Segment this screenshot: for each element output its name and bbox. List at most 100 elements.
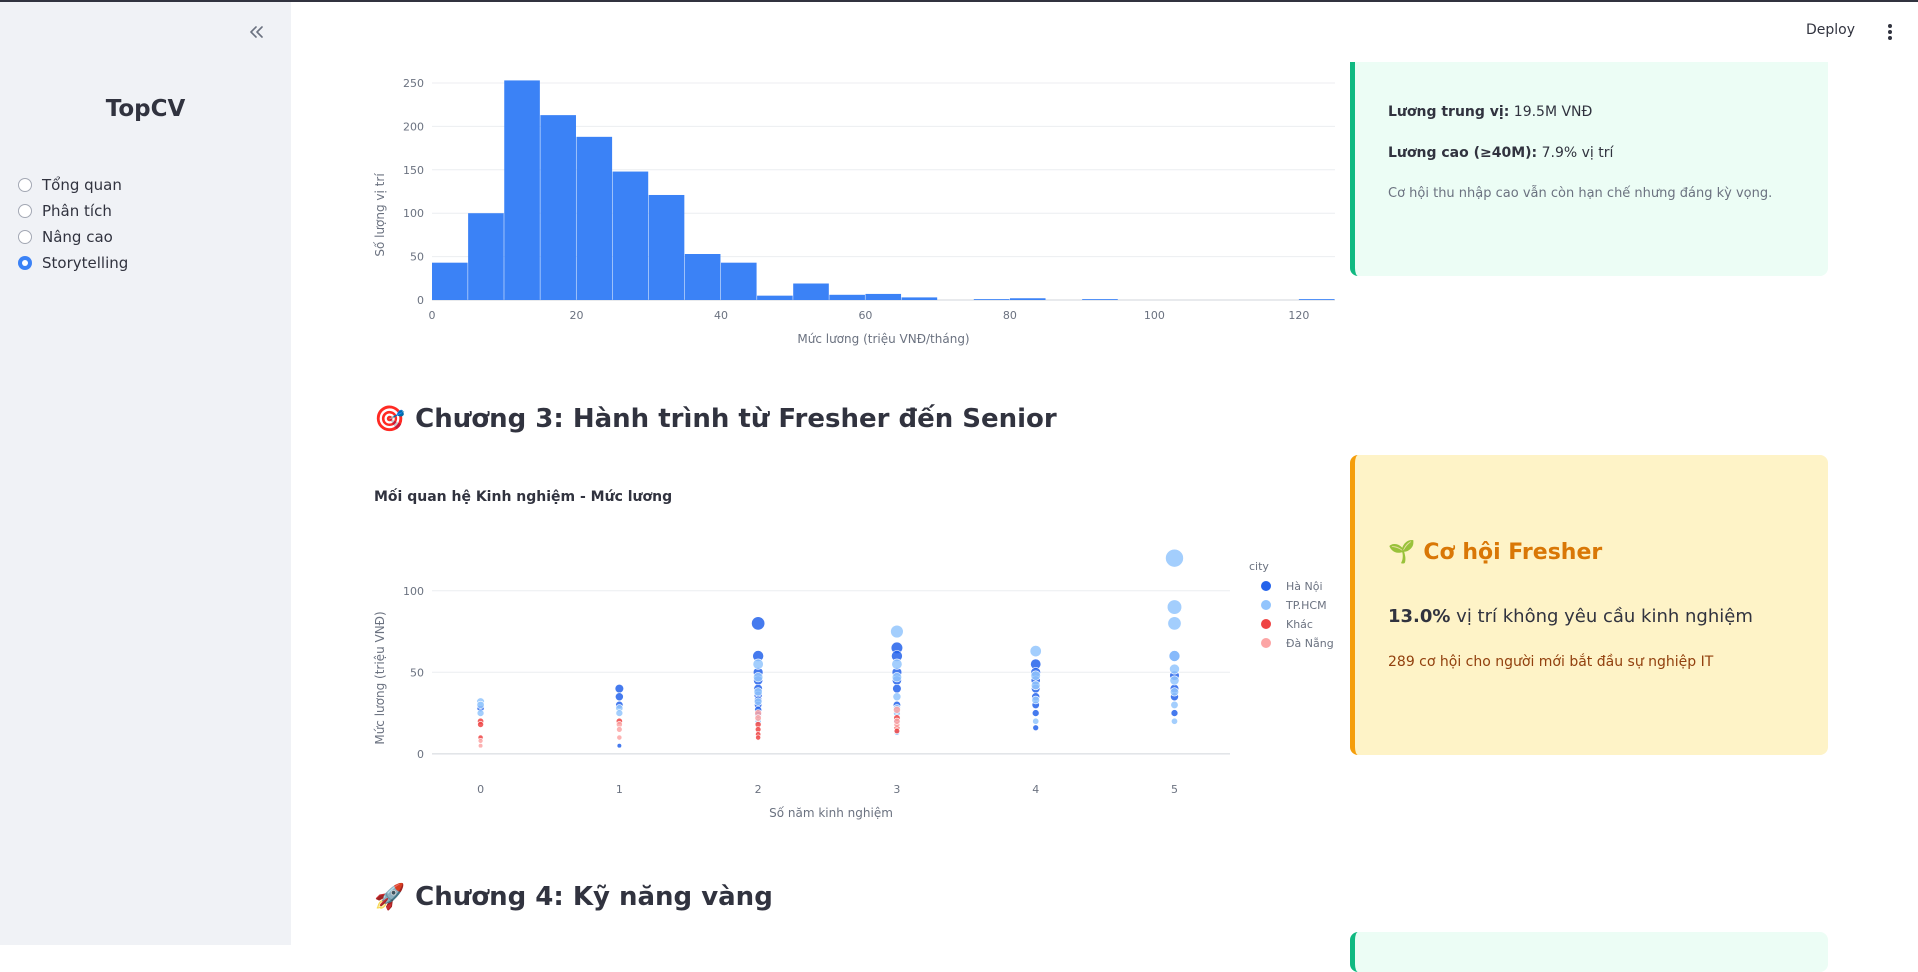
histogram-bar: [865, 293, 902, 300]
scatter-point: [751, 616, 766, 631]
x-tick-label: 40: [714, 309, 728, 322]
scatter-point: [477, 738, 484, 744]
scatter-point: [754, 714, 762, 722]
y-tick-label: 100: [403, 207, 424, 220]
salary-card-note: Cơ hội thu nhập cao vẫn còn hạn chế nhưn…: [1388, 186, 1773, 201]
scatter-point: [893, 705, 901, 714]
scatter-chart-title: Mối quan hệ Kinh nghiệm - Mức lương: [374, 489, 673, 505]
legend-marker: [1261, 600, 1271, 610]
histogram-bar: [576, 136, 613, 300]
scatter-point: [893, 727, 901, 735]
fresher-title-text: Cơ hội Fresher: [1423, 540, 1603, 565]
median-salary-label: Lương trung vị:: [1388, 104, 1510, 120]
histogram-bar: [1298, 299, 1335, 300]
scatter-point: [614, 683, 624, 694]
sidebar: TopCV Tổng quan Phân tích Nâng cao Story…: [0, 0, 291, 945]
legend-marker: [1261, 619, 1271, 629]
histogram-bar: [757, 295, 793, 300]
high-salary-line: Lương cao (≥40M): 7.9% vị trí: [1388, 145, 1613, 161]
app-brand-title: TopCV: [105, 96, 186, 122]
nav-item-storytelling[interactable]: Storytelling: [18, 250, 128, 276]
scatter-point: [1170, 700, 1179, 709]
histogram-bar: [612, 171, 649, 300]
median-salary-value: 19.5M VNĐ: [1513, 104, 1593, 120]
nav-item-label: Nâng cao: [42, 228, 113, 246]
scatter-legend: city Hà Nội TP.HCM Khác Đà Nẵng: [1249, 560, 1334, 650]
nav-item-tong-quan[interactable]: Tổng quan: [18, 172, 128, 198]
scatter-point: [893, 717, 901, 725]
x-tick-label: 60: [858, 309, 872, 322]
scatter-point: [476, 709, 485, 717]
nav-item-label: Tổng quan: [42, 176, 122, 194]
legend-item-label: Đà Nẵng: [1286, 637, 1334, 650]
x-tick-label: 0: [477, 783, 484, 796]
radio-button[interactable]: [18, 178, 32, 192]
scatter-x-axis-title: Số năm kinh nghiệm: [769, 806, 893, 820]
more-menu-icon[interactable]: [1884, 20, 1896, 44]
scatter-point: [477, 743, 484, 749]
scatter-point: [891, 672, 902, 683]
scatter-point: [1032, 724, 1039, 731]
scatter-point: [892, 683, 902, 694]
scatter-point: [752, 658, 764, 670]
chapter-3-heading: 🎯 Chương 3: Hành trình từ Fresher đến Se…: [374, 404, 1057, 434]
salary-histogram-chart: 0 20 40 60 80 100 120 0 50 100 150 200 250 Mức lươn…: [373, 77, 1335, 346]
scatter-point: [753, 672, 764, 683]
histogram-x-axis-title: Mức lương (triệu VNĐ/tháng): [797, 332, 969, 346]
y-tick-label: 0: [417, 748, 424, 761]
scatter-point: [1168, 650, 1181, 662]
scatter-point: [753, 697, 763, 706]
y-tick-label: 200: [403, 120, 424, 133]
deploy-button[interactable]: Deploy: [1806, 22, 1855, 38]
scatter-point: [755, 734, 762, 741]
y-tick-label: 250: [403, 77, 424, 90]
nav-item-nang-cao[interactable]: Nâng cao: [18, 224, 128, 250]
target-icon: 🎯: [374, 404, 406, 433]
scatter-point: [1030, 670, 1041, 681]
histogram-bar: [540, 115, 576, 300]
fresher-card-note: 289 cơ hội cho người mới bắt đầu sự nghi…: [1388, 654, 1714, 670]
histogram-bar: [504, 80, 540, 300]
scatter-y-axis-title: Mức lương (triệu VNĐ): [373, 611, 387, 744]
top-border: [0, 0, 1918, 2]
fresher-insight-card: [1350, 455, 1828, 755]
histogram-bar: [1009, 298, 1046, 300]
histogram-bar: [829, 294, 865, 300]
histogram-bar: [793, 283, 829, 300]
scatter-point: [1169, 663, 1180, 675]
chapter-4-title: Chương 4: Kỹ năng vàng: [415, 882, 773, 912]
legend-marker: [1261, 638, 1271, 648]
scatter-point: [1166, 599, 1183, 615]
y-tick-label: 50: [410, 666, 424, 679]
x-tick-label: 3: [893, 783, 900, 796]
nav-item-label: Phân tích: [42, 202, 112, 220]
x-tick-label: 80: [1003, 309, 1017, 322]
experience-salary-scatter-chart: 0 1 2 3 4 5 0 50 100 Số năm kinh nghiệm Mức lươ…: [373, 548, 1334, 820]
median-salary-line: Lương trung vị: 19.5M VNĐ: [1388, 104, 1592, 120]
radio-button-selected[interactable]: [18, 256, 32, 270]
scatter-point: [1030, 680, 1041, 691]
scatter-point: [477, 721, 484, 728]
nav-item-phan-tich[interactable]: Phân tích: [18, 198, 128, 224]
fresher-card-title: 🌱 Cơ hội Fresher: [1388, 540, 1602, 565]
high-salary-label: Lương cao (≥40M):: [1388, 145, 1538, 161]
scatter-point: [753, 687, 763, 697]
radio-button[interactable]: [18, 204, 32, 218]
scatter-point: [616, 734, 623, 741]
scatter-point: [1169, 687, 1180, 697]
scatter-point: [890, 624, 904, 639]
skills-insight-card: [1350, 932, 1828, 972]
collapse-sidebar-button[interactable]: [240, 18, 272, 46]
chapter-3-title: Chương 3: Hành trình từ Fresher đến Seni…: [415, 404, 1057, 434]
double-chevron-left-icon: [250, 26, 263, 38]
histogram-bar: [684, 254, 721, 300]
histogram-bar: [432, 262, 468, 300]
y-tick-label: 100: [403, 585, 424, 598]
scatter-point: [615, 709, 624, 717]
y-tick-label: 150: [403, 164, 424, 177]
x-tick-label: 2: [755, 783, 762, 796]
scatter-point: [1029, 645, 1042, 658]
radio-button[interactable]: [18, 230, 32, 244]
scatter-point: [1165, 548, 1184, 568]
scatter-point: [476, 700, 485, 709]
